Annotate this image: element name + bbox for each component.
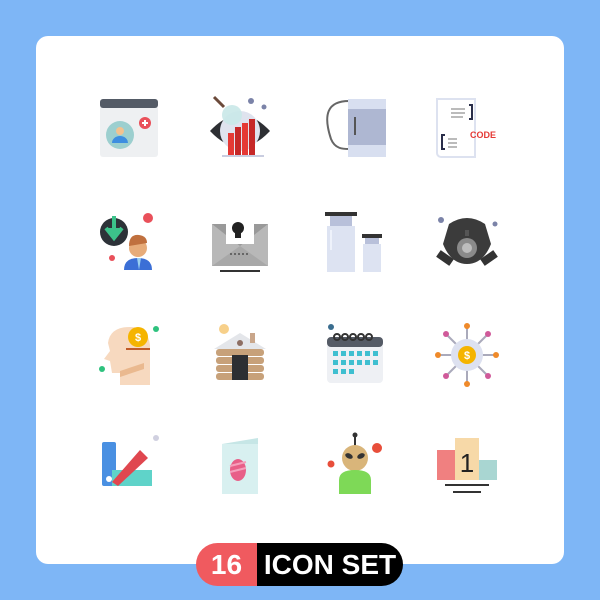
code-label: CODE	[470, 130, 496, 140]
skull-email-icon	[208, 210, 272, 274]
user-download-icon	[98, 210, 162, 274]
money-network-icon: $	[435, 323, 499, 387]
easter-egg-card-icon	[208, 432, 272, 496]
code-document-icon: CODE	[435, 95, 499, 159]
dollar-label: $	[464, 350, 470, 362]
calendar-icon	[323, 323, 387, 387]
alien-icon	[323, 432, 387, 496]
icon-count: 16	[196, 543, 257, 586]
medicine-bottles-icon	[323, 210, 387, 274]
rank-label: 1	[460, 448, 474, 478]
icon-set-label: ICON SET	[257, 543, 403, 586]
color-swatch-icon	[98, 432, 162, 496]
eye-analytics-search-icon	[208, 95, 272, 159]
gas-mask-icon	[435, 210, 499, 274]
mug-icon	[323, 95, 387, 159]
log-cabin-icon	[208, 323, 272, 387]
podium-ranking-icon: 1	[435, 432, 499, 496]
dollar-label: $	[135, 332, 141, 344]
head-money-icon: $	[98, 323, 162, 387]
browser-user-add-icon	[98, 95, 162, 159]
icon-set-badge: 16 ICON SET	[196, 543, 403, 586]
